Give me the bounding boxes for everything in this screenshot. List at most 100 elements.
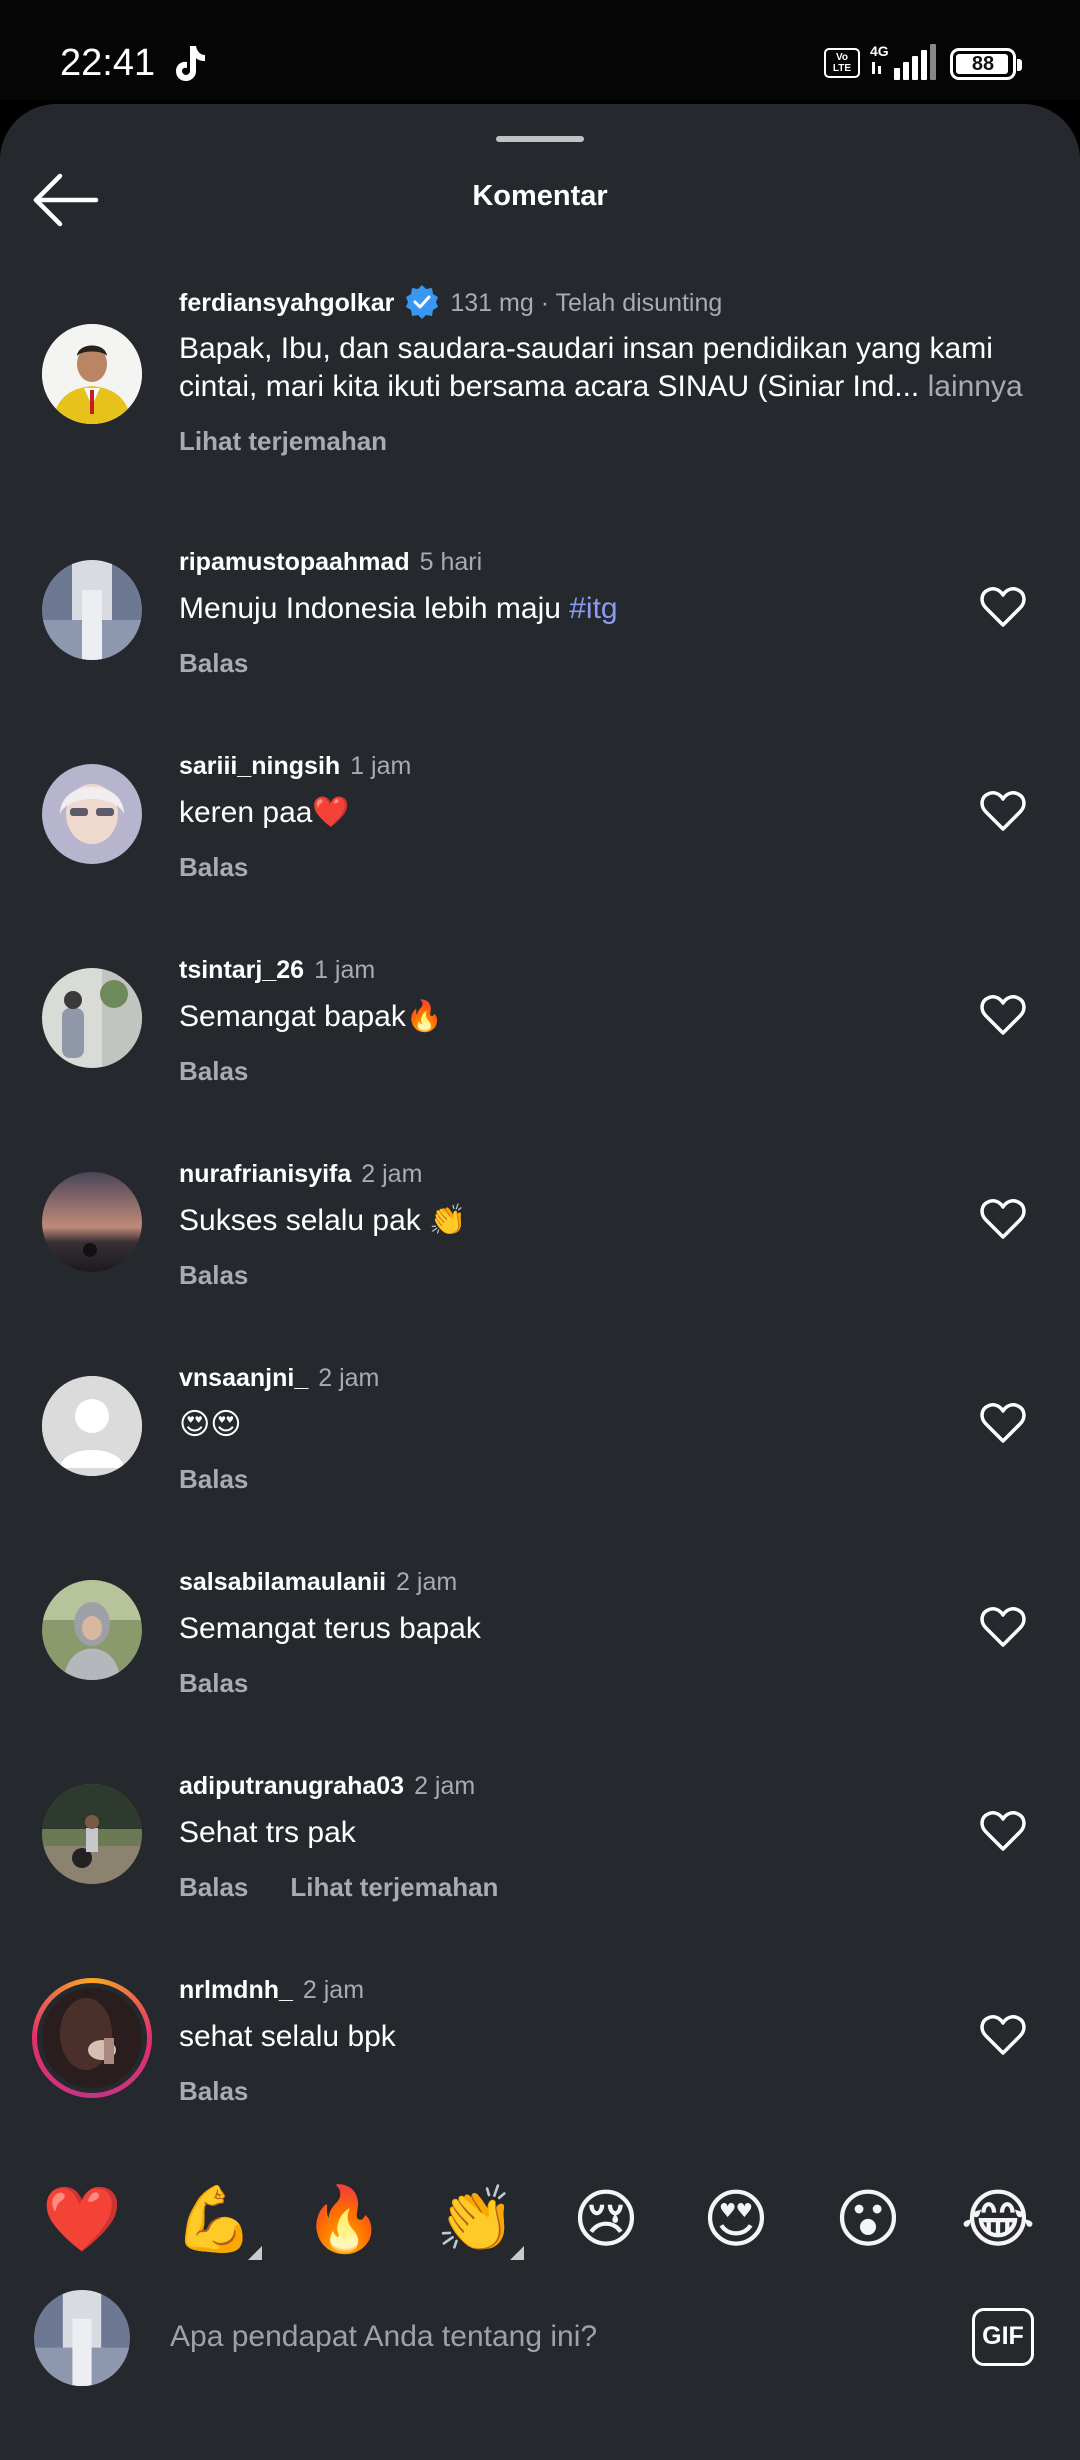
comment-row: ripamustopaahmad 5 hari Menuju Indonesia … (0, 536, 1080, 736)
avatar[interactable] (42, 1580, 142, 1680)
avatar-image (42, 324, 142, 424)
comment-text: Semangat terus bapak (179, 1612, 481, 1645)
reaction-muscle-icon[interactable]: 💪 (172, 2178, 262, 2262)
reply-button[interactable]: Balas (179, 648, 248, 678)
battery-level: 88 (971, 53, 995, 75)
heart-icon[interactable] (980, 1402, 1026, 1444)
comment-time: 2 jam (396, 1568, 458, 1596)
status-time: 22:41 (60, 42, 156, 84)
default-avatar-icon[interactable] (42, 1376, 142, 1476)
heart-icon[interactable] (980, 1606, 1026, 1648)
signal-icon: 4G (870, 43, 936, 80)
comment-time: 2 jam (302, 1976, 365, 2004)
svg-text:4G: 4G (870, 43, 889, 59)
comment-text: Menuju Indonesia lebih maju #itg (179, 590, 618, 628)
comment-text: Sehat trs pak (179, 1816, 356, 1849)
avatar-image (42, 560, 142, 660)
reply-button[interactable]: Balas (179, 1872, 248, 1902)
comment-actions: Balas (179, 648, 290, 679)
avatar[interactable] (42, 968, 142, 1068)
reaction-heart-eyes-icon[interactable]: 😍 (694, 2178, 778, 2262)
comment-username[interactable]: vnsaanjni_ (179, 1364, 308, 1392)
caption-header: ferdiansyahgolkar 131 mg · Telah disunti… (179, 284, 722, 320)
comment-username[interactable]: sariii_ningsih (179, 752, 340, 780)
status-bar: 22:41 Vo LTE 4G 88 (0, 0, 1080, 100)
drag-handle[interactable] (496, 136, 584, 142)
avatar[interactable] (42, 324, 142, 424)
avatar[interactable] (42, 560, 142, 660)
reaction-fire-icon[interactable]: 🔥 (302, 2178, 386, 2262)
avatar[interactable] (42, 1172, 142, 1272)
reaction-heart-icon[interactable]: ❤️ (40, 2178, 124, 2262)
heart-icon[interactable] (980, 1198, 1026, 1240)
reply-button[interactable]: Balas (179, 1260, 248, 1290)
avatar[interactable] (42, 1784, 142, 1884)
comment-username[interactable]: tsintarj_26 (179, 956, 304, 984)
comment-body: Menuju Indonesia lebih maju (179, 592, 570, 625)
comment-username[interactable]: salsabilamaulanii (179, 1568, 386, 1596)
comment-actions: Balas Lihat terjemahan (179, 1872, 540, 1903)
caption-actions: Lihat terjemahan (179, 426, 429, 457)
comment-username[interactable]: adiputranugraha03 (179, 1772, 404, 1800)
comment-username[interactable]: nrlmdnh_ (179, 1976, 293, 2004)
heart-icon[interactable] (980, 994, 1026, 1036)
caption-username[interactable]: ferdiansyahgolkar (179, 289, 394, 317)
reaction-clap-icon[interactable]: 👏 (434, 2178, 524, 2262)
reaction-surprised-icon[interactable]: 😮 (826, 2178, 910, 2262)
comment-time: 2 jam (414, 1772, 476, 1800)
reply-button[interactable]: Balas (179, 852, 248, 882)
comment-row: nurafrianisyifa 2 jam Sukses selalu pak 👏… (0, 1148, 1080, 1348)
avatar[interactable] (42, 764, 142, 864)
comment-username[interactable]: ripamustopaahmad (179, 548, 410, 576)
comment-header: ripamustopaahmad 5 hari (179, 548, 482, 577)
comment-input[interactable] (170, 2312, 930, 2362)
comment-header: tsintarj_26 1 jam (179, 956, 375, 985)
comment-row: nrlmdnh_ 2 jam sehat selalu bpk Balas (0, 1964, 1080, 2164)
comment-actions: Balas (179, 1260, 290, 1291)
system-nav-bar (0, 2418, 1080, 2460)
comment-username[interactable]: nurafrianisyifa (179, 1160, 351, 1188)
comment-time: 1 jam (314, 956, 376, 984)
skin-tone-indicator-icon (510, 2246, 524, 2260)
comment-header: adiputranugraha03 2 jam (179, 1772, 475, 1801)
reply-button[interactable]: Balas (179, 1056, 248, 1086)
comment-actions: Balas (179, 852, 290, 883)
avatar-image (34, 2290, 130, 2386)
heart-icon[interactable] (980, 790, 1026, 832)
reply-button[interactable]: Balas (179, 1464, 248, 1494)
own-avatar (34, 2290, 130, 2386)
reply-button[interactable]: Balas (179, 1668, 248, 1698)
volte-icon: Vo LTE (824, 48, 860, 78)
hashtag-link[interactable]: #itg (569, 592, 617, 625)
comment-row: vnsaanjni_ 2 jam 😍😍 Balas (0, 1352, 1080, 1552)
heart-icon[interactable] (980, 1810, 1026, 1852)
comment-row: adiputranugraha03 2 jam Sehat trs pak Bal… (0, 1760, 1080, 1960)
verified-badge-icon (406, 285, 439, 319)
comment-actions: Balas (179, 2076, 290, 2107)
see-translation-link[interactable]: Lihat terjemahan (290, 1872, 498, 1902)
heart-icon[interactable] (980, 2014, 1026, 2056)
see-translation-link[interactable]: Lihat terjemahan (179, 426, 387, 456)
comment-header: sariii_ningsih 1 jam (179, 752, 411, 781)
comment-time: 5 hari (419, 548, 483, 576)
comments-sheet: Komentar ferdiansyahgolkar 131 mg · Tela… (0, 104, 1080, 2460)
avatar-image (42, 1580, 142, 1680)
avatar[interactable] (42, 1988, 142, 2088)
gif-button[interactable]: GIF (972, 2308, 1034, 2366)
comment-actions: Balas (179, 1464, 290, 1495)
caption-more-link[interactable]: lainnya (919, 370, 1023, 403)
story-ring[interactable] (32, 1978, 152, 2098)
reaction-crying-icon[interactable]: 😢 (564, 2178, 648, 2262)
heart-icon[interactable] (980, 586, 1026, 628)
reply-button[interactable]: Balas (179, 2076, 248, 2106)
comment-time: 2 jam (361, 1160, 423, 1188)
tiktok-icon (176, 46, 205, 81)
comment-composer: GIF (0, 2280, 1080, 2390)
comment-actions: Balas (179, 1056, 290, 1087)
comment-text: Semangat bapak🔥 (179, 1000, 444, 1033)
comment-text: keren paa❤️ (179, 796, 350, 829)
reaction-emoji: 💪 (174, 2183, 254, 2257)
comment-time: 1 jam (350, 752, 412, 780)
avatar-image (42, 1172, 142, 1272)
reaction-laughing-icon[interactable]: 😂 (956, 2178, 1040, 2262)
